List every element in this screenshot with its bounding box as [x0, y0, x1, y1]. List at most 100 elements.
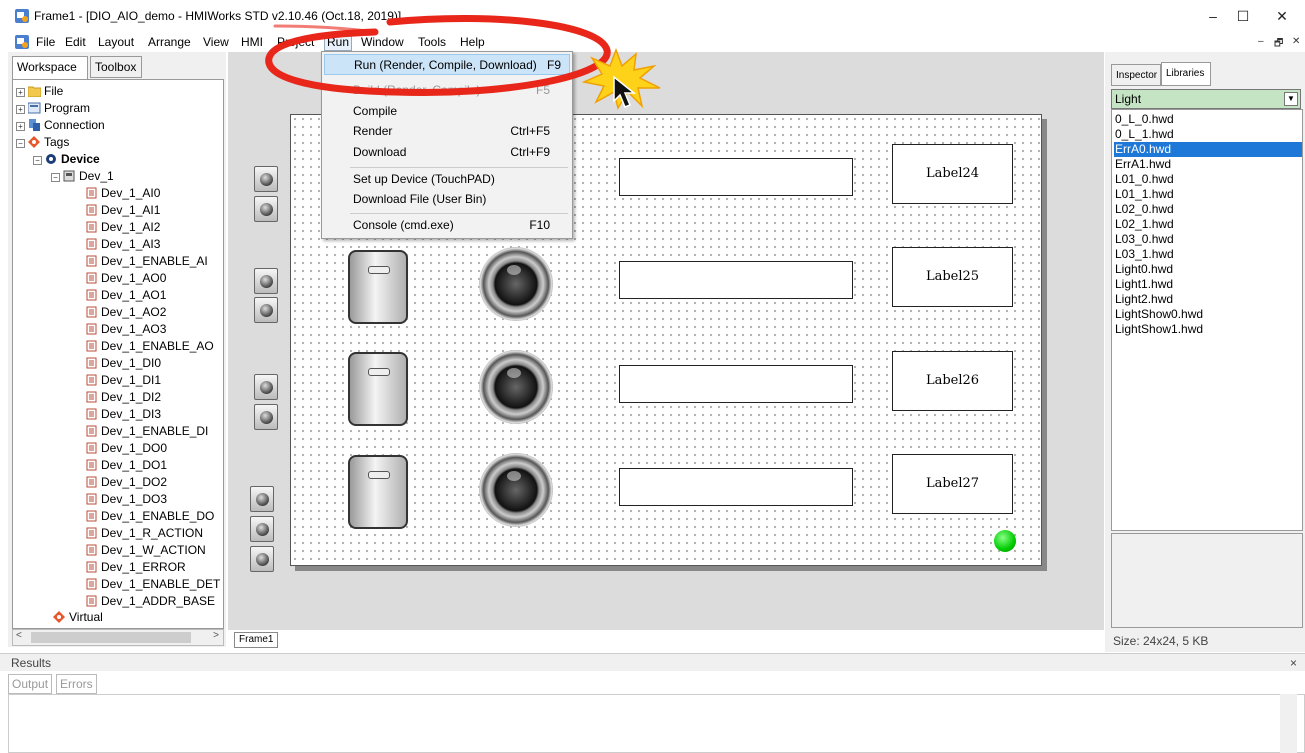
toggle-switch[interactable] — [348, 352, 408, 426]
menu-window[interactable]: Window — [358, 35, 407, 49]
scroll-right-icon[interactable]: > — [213, 630, 219, 641]
collapse-icon[interactable]: − — [16, 139, 25, 148]
tree-node-tag[interactable]: Dev_1_AI3 — [85, 236, 160, 253]
library-file-item[interactable]: L01_0.hwd — [1114, 172, 1302, 187]
frame-tab[interactable]: Frame1 — [234, 632, 278, 648]
label-26[interactable]: Label26 — [892, 351, 1013, 411]
library-file-item[interactable]: ErrA1.hwd — [1114, 157, 1302, 172]
tree-node-tag[interactable]: Dev_1_DI2 — [85, 389, 161, 406]
results-close-button[interactable]: × — [1290, 656, 1297, 670]
menu-item-download[interactable]: Download Ctrl+F9 — [324, 142, 570, 163]
expand-icon[interactable]: + — [16, 122, 25, 131]
tree-node-device[interactable]: − Device — [33, 151, 100, 168]
tree-node-tag[interactable]: Dev_1_ENABLE_DET — [85, 576, 220, 593]
toggle-switch[interactable] — [348, 250, 408, 324]
tree-node-tag[interactable]: Dev_1_AI0 — [85, 185, 160, 202]
tag-binding-icon[interactable] — [250, 546, 274, 572]
tree-node-tag[interactable]: Dev_1_R_ACTION — [85, 525, 203, 542]
tree-node-dev1[interactable]: − Dev_1 — [51, 168, 114, 185]
tag-binding-icon[interactable] — [254, 268, 278, 294]
tree-node-tag[interactable]: Dev_1_ENABLE_AO — [85, 338, 214, 355]
menu-edit[interactable]: Edit — [62, 35, 89, 49]
menu-item-console[interactable]: Console (cmd.exe) F10 — [324, 215, 570, 236]
indicator-lamp[interactable] — [479, 350, 553, 424]
library-file-item[interactable]: L02_0.hwd — [1114, 202, 1302, 217]
tree-node-tag[interactable]: Dev_1_AI1 — [85, 202, 160, 219]
tab-libraries[interactable]: Libraries — [1161, 62, 1211, 86]
value-textbox[interactable] — [619, 365, 853, 403]
tab-inspector[interactable]: Inspector — [1111, 64, 1161, 86]
tree-node-tag[interactable]: Dev_1_AI2 — [85, 219, 160, 236]
tree-node-tag[interactable]: Dev_1_AO0 — [85, 270, 166, 287]
indicator-lamp[interactable] — [479, 247, 553, 321]
library-file-item[interactable]: L03_0.hwd — [1114, 232, 1302, 247]
toggle-switch[interactable] — [348, 455, 408, 529]
tree-horizontal-scrollbar[interactable]: < > — [12, 629, 224, 646]
collapse-icon[interactable]: − — [51, 173, 60, 182]
library-category-select[interactable]: Light ▼ — [1111, 89, 1301, 109]
value-textbox[interactable] — [619, 158, 853, 196]
tree-node-tag[interactable]: Dev_1_ADDR_BASE — [85, 593, 215, 610]
tree-node-tag[interactable]: Dev_1_DO1 — [85, 457, 167, 474]
label-24[interactable]: Label24 — [892, 144, 1013, 204]
library-file-item[interactable]: 0_L_0.hwd — [1114, 112, 1302, 127]
label-25[interactable]: Label25 — [892, 247, 1013, 307]
tag-binding-icon[interactable] — [250, 516, 274, 542]
expand-icon[interactable]: + — [16, 88, 25, 97]
tree-node-tag[interactable]: Dev_1_DO3 — [85, 491, 167, 508]
library-file-item[interactable]: L01_1.hwd — [1114, 187, 1302, 202]
menu-item-run[interactable]: Run (Render, Compile, Download) F9 — [324, 54, 570, 75]
menu-layout[interactable]: Layout — [95, 35, 137, 49]
menu-help[interactable]: Help — [457, 35, 488, 49]
collapse-icon[interactable]: − — [33, 156, 42, 165]
tree-node-tag[interactable]: Dev_1_DO0 — [85, 440, 167, 457]
library-file-item[interactable]: Light1.hwd — [1114, 277, 1302, 292]
library-file-item[interactable]: Light2.hwd — [1114, 292, 1302, 307]
expand-icon[interactable]: + — [16, 105, 25, 114]
tab-errors[interactable]: Errors — [56, 674, 97, 694]
menu-item-download-file[interactable]: Download File (User Bin) — [324, 189, 570, 210]
tree-node-tag[interactable]: Dev_1_DO2 — [85, 474, 167, 491]
tree-node-tag[interactable]: Dev_1_ERROR — [85, 559, 186, 576]
menu-project[interactable]: Project — [274, 35, 317, 49]
value-textbox[interactable] — [619, 468, 853, 506]
mdi-close-button[interactable]: ✕ — [1292, 36, 1300, 47]
menu-arrange[interactable]: Arrange — [145, 35, 194, 49]
indicator-lamp[interactable] — [479, 453, 553, 527]
menu-tools[interactable]: Tools — [415, 35, 449, 49]
library-file-item[interactable]: LightShow0.hwd — [1114, 307, 1302, 322]
menu-file[interactable]: File — [33, 35, 58, 49]
label-27[interactable]: Label27 — [892, 454, 1013, 514]
menu-item-build[interactable]: Build (Render, Compile) F5 — [324, 80, 570, 101]
library-file-item[interactable]: ErrA0.hwd — [1114, 142, 1302, 157]
results-output-area[interactable] — [8, 694, 1305, 753]
menu-hmi[interactable]: HMI — [238, 35, 266, 49]
library-file-item[interactable]: LightShow1.hwd — [1114, 322, 1302, 337]
menu-item-render[interactable]: Render Ctrl+F5 — [324, 121, 570, 142]
menu-view[interactable]: View — [200, 35, 232, 49]
close-button[interactable]: ✕ — [1259, 0, 1305, 32]
tree-node-file[interactable]: + File — [16, 83, 63, 100]
results-vertical-scrollbar[interactable] — [1280, 694, 1297, 753]
tree-node-tags[interactable]: − Tags — [16, 134, 69, 151]
tree-node-tag[interactable]: Dev_1_AO3 — [85, 321, 166, 338]
tree-node-program[interactable]: + Program — [16, 100, 90, 117]
library-file-item[interactable]: 0_L_1.hwd — [1114, 127, 1302, 142]
tree-node-tag[interactable]: Dev_1_DI0 — [85, 355, 161, 372]
status-light[interactable] — [994, 530, 1016, 552]
tree-node-tag[interactable]: Dev_1_AO2 — [85, 304, 166, 321]
library-file-item[interactable]: L02_1.hwd — [1114, 217, 1302, 232]
tree-node-tag[interactable]: Dev_1_ENABLE_DI — [85, 423, 208, 440]
tree-node-tag[interactable]: Dev_1_ENABLE_DO — [85, 508, 214, 525]
tag-binding-icon[interactable] — [254, 166, 278, 192]
tag-binding-icon[interactable] — [254, 196, 278, 222]
mdi-restore-button[interactable]: 🗗 — [1274, 36, 1283, 53]
tree-node-tag[interactable]: Dev_1_W_ACTION — [85, 542, 206, 559]
value-textbox[interactable] — [619, 261, 853, 299]
mdi-minimize-button[interactable]: – — [1258, 36, 1264, 47]
menu-item-compile[interactable]: Compile — [324, 101, 570, 122]
tag-binding-icon[interactable] — [250, 486, 274, 512]
dropdown-arrow-icon[interactable]: ▼ — [1284, 92, 1298, 106]
tree-node-tag[interactable]: Dev_1_DI3 — [85, 406, 161, 423]
scroll-left-icon[interactable]: < — [16, 630, 22, 641]
